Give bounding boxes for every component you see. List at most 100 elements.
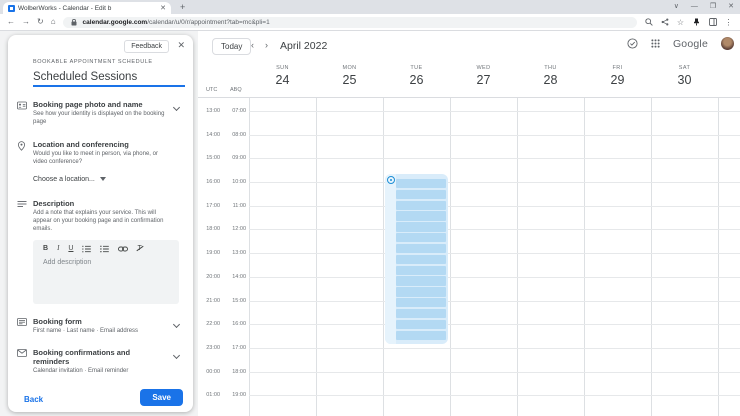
hour-row: 13:00 07:00 <box>198 111 740 135</box>
day-cell[interactable]: SUN 24 <box>249 65 316 87</box>
hour-label-local: 11:00 <box>224 203 246 209</box>
hour-row: 01:00 19:00 <box>198 395 740 416</box>
appointment-slot[interactable] <box>396 266 446 275</box>
hour-row: 23:00 17:00 <box>198 348 740 372</box>
browser-tabstrip: WolberWorks - Calendar - Edit b ✕ + ∨ — … <box>0 0 740 14</box>
appointment-slot[interactable] <box>396 233 446 242</box>
bookmark-star-icon[interactable]: ☆ <box>676 18 685 27</box>
day-cell[interactable]: MON 25 <box>316 65 383 87</box>
next-week-icon[interactable]: › <box>265 40 268 50</box>
bulleted-list-icon[interactable] <box>100 245 109 253</box>
day-number: 29 <box>584 73 651 87</box>
extensions-pin-icon[interactable] <box>692 18 701 27</box>
calendar-favicon-icon <box>8 5 15 12</box>
hour-row: 00:00 18:00 <box>198 372 740 396</box>
side-panel-icon[interactable] <box>708 18 717 27</box>
section-confirmations[interactable]: Booking confirmations and reminders Cale… <box>17 348 183 375</box>
zoom-search-icon[interactable] <box>644 18 653 27</box>
appointment-slot[interactable] <box>396 298 446 307</box>
day-cell[interactable]: SAT 30 <box>651 65 718 87</box>
home-icon[interactable]: ⌂ <box>51 18 56 26</box>
appointment-slot[interactable] <box>396 190 446 199</box>
italic-icon[interactable]: I <box>57 245 59 252</box>
today-button[interactable]: Today <box>212 38 251 55</box>
window-restore-icon[interactable]: ❐ <box>710 1 716 13</box>
calendar-toolbar: Today ‹ › April 2022 Google <box>198 31 740 61</box>
back-button[interactable]: Back <box>24 395 43 404</box>
numbered-list-icon[interactable] <box>82 245 91 253</box>
day-cell[interactable]: WED 27 <box>450 65 517 87</box>
description-placeholder: Add description <box>33 256 179 266</box>
hour-label-local: 10:00 <box>224 179 246 185</box>
appointment-slot[interactable] <box>396 179 446 188</box>
bold-icon[interactable]: B <box>43 245 48 252</box>
hour-label-local: 12:00 <box>224 226 246 232</box>
feedback-button[interactable]: Feedback <box>124 40 169 53</box>
location-pin-icon <box>17 140 27 167</box>
clear-formatting-icon[interactable]: T <box>137 245 141 252</box>
hour-label-utc: 21:00 <box>198 298 220 304</box>
browser-tab[interactable]: WolberWorks - Calendar - Edit b ✕ <box>3 2 171 14</box>
appointment-slots <box>396 179 446 340</box>
section-title: Booking form <box>33 317 138 326</box>
chevron-down-icon[interactable] <box>173 104 180 111</box>
description-lines-icon <box>17 199 27 234</box>
appointment-slot[interactable] <box>396 331 446 340</box>
location-dropdown[interactable]: Choose a location... <box>33 176 106 183</box>
chevron-down-icon[interactable] <box>173 321 180 328</box>
identity-badge-icon <box>17 100 27 127</box>
reload-icon[interactable]: ↻ <box>37 18 44 26</box>
url-domain: calendar.google.com <box>83 19 148 26</box>
appointment-slot[interactable] <box>396 320 446 329</box>
sync-status-icon[interactable] <box>627 38 638 49</box>
appointment-slot[interactable] <box>396 244 446 253</box>
section-booking-form[interactable]: Booking form First name · Last name · Em… <box>17 317 183 335</box>
appointment-slot[interactable] <box>396 287 446 296</box>
apps-grid-icon[interactable] <box>651 39 660 48</box>
hour-label-local: 15:00 <box>224 298 246 304</box>
appointment-slot[interactable] <box>396 222 446 231</box>
window-menu-icon[interactable]: ∨ <box>674 1 679 13</box>
window-minimize-icon[interactable]: — <box>691 1 698 13</box>
window-close-icon[interactable]: ✕ <box>728 1 734 13</box>
appointment-slot[interactable] <box>396 309 446 318</box>
calendar-grid[interactable]: 13:00 07:00 14:00 08:00 15:00 09:00 <box>198 98 740 416</box>
new-tab-button[interactable]: + <box>180 3 185 12</box>
chevron-down-icon[interactable] <box>173 352 180 359</box>
hour-label-local: 18:00 <box>224 369 246 375</box>
appointment-schedule-block[interactable] <box>385 174 448 344</box>
browser-menu-icon[interactable]: ⋮ <box>724 18 733 27</box>
prev-week-icon[interactable]: ‹ <box>251 40 254 50</box>
back-icon[interactable]: ← <box>7 18 15 26</box>
hour-label-local: 07:00 <box>224 108 246 114</box>
appointment-slot[interactable] <box>396 201 446 210</box>
insert-link-icon[interactable] <box>118 246 128 252</box>
tab-title: WolberWorks - Calendar - Edit b <box>18 5 157 12</box>
save-button[interactable]: Save <box>140 389 183 406</box>
appointment-slot[interactable] <box>396 211 446 220</box>
hour-line <box>249 111 740 112</box>
calendar-area: Today ‹ › April 2022 Google UTC ABQ <box>198 31 740 416</box>
hour-line <box>249 324 740 325</box>
close-icon[interactable]: ✕ <box>177 41 185 50</box>
account-avatar[interactable] <box>721 37 734 50</box>
forward-icon[interactable]: → <box>22 18 30 26</box>
hour-label-utc: 19:00 <box>198 250 220 256</box>
appointment-slot[interactable] <box>396 255 446 264</box>
editor-toolbar: B I U T <box>33 240 179 256</box>
schedule-title-input[interactable] <box>33 71 185 87</box>
appointment-slot[interactable] <box>396 276 446 285</box>
day-cell[interactable]: THU 28 <box>517 65 584 87</box>
section-location[interactable]: Location and conferencing Would you like… <box>17 140 183 167</box>
share-icon[interactable] <box>660 18 669 27</box>
day-cell[interactable]: TUE 26 <box>383 65 450 87</box>
hour-label-utc: 20:00 <box>198 274 220 280</box>
tab-close-icon[interactable]: ✕ <box>160 5 166 12</box>
section-subtitle: Calendar invitation · Email reminder <box>33 367 167 375</box>
section-booking-page-photo[interactable]: Booking page photo and name See how your… <box>17 100 183 127</box>
description-editor[interactable]: B I U T Add description <box>33 240 179 304</box>
timezone-secondary-label: ABQ <box>230 87 242 93</box>
underline-icon[interactable]: U <box>68 245 73 252</box>
address-bar[interactable]: calendar.google.com/calendar/u/0/r/appoi… <box>63 17 637 28</box>
day-cell[interactable]: FRI 29 <box>584 65 651 87</box>
